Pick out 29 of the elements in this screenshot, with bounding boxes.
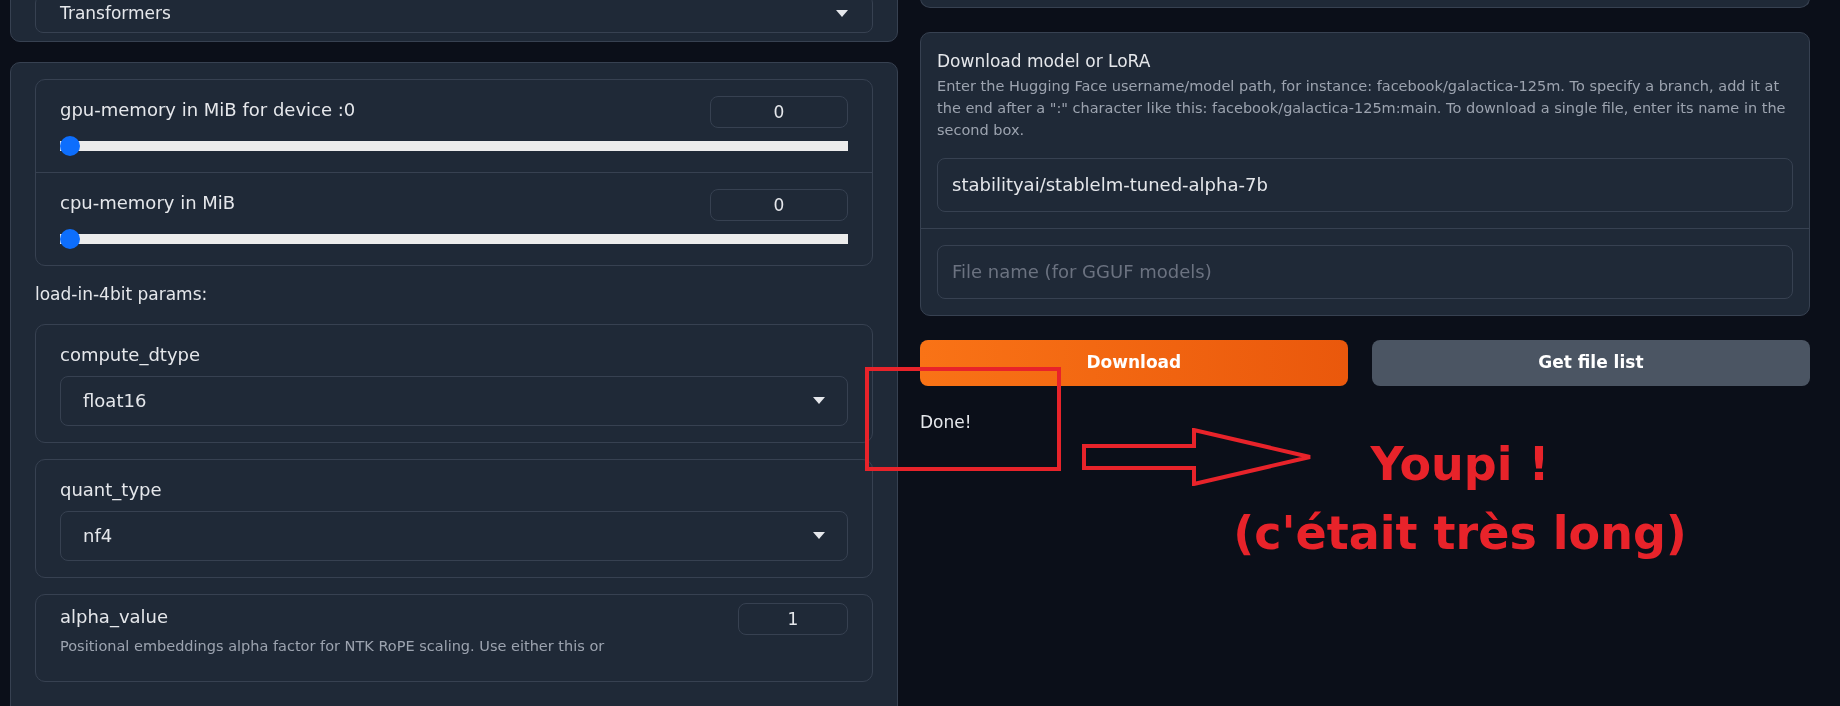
alpha-label: alpha_value	[60, 604, 169, 630]
annotation-text: (c'était très long)	[1232, 505, 1688, 562]
dropdown-value: float16	[83, 389, 147, 413]
download-title: Download model or LoRA	[937, 50, 1152, 73]
caret-icon	[813, 532, 825, 539]
download-description: Enter the Hugging Face username/model path, for instance: facebook/galactica-125m. To specify a branch, add it at the end after a ":" character like this: facebook/galactica-125m:main. To download a single file, enter its name in the second box.	[937, 76, 1787, 141]
dropdown-label: compute_dtype	[60, 342, 202, 368]
memory-value-field[interactable]: 0	[710, 96, 848, 128]
loader-dropdown[interactable]: Transformers	[35, 0, 873, 33]
dropdown-field[interactable]: nf4	[60, 510, 848, 561]
caret-icon	[813, 397, 825, 404]
status-text: Done!	[920, 410, 972, 434]
dropdown-field[interactable]: float16	[60, 375, 848, 426]
alpha-value-field[interactable]: 1	[738, 602, 848, 635]
dropdown-label: quant_type	[60, 477, 163, 503]
section-label: load-in-4bit params:	[35, 283, 209, 306]
caret-icon	[836, 10, 848, 18]
slider-thumb[interactable]	[60, 229, 80, 249]
model-path-field[interactable]: stabilityai/stablelm-tuned-alpha-7b	[937, 157, 1793, 212]
file-list-button[interactable]: Get file list	[1371, 339, 1810, 386]
memory-label: cpu-memory in MiB	[60, 191, 236, 215]
memory-value-field[interactable]: 0	[710, 189, 848, 221]
annotation-text: Youpi !	[1369, 436, 1551, 493]
memory-label: gpu-memory in MiB for device :0	[60, 98, 356, 122]
slider-thumb[interactable]	[60, 136, 80, 156]
dropdown-value: nf4	[83, 524, 113, 548]
loader-value: Transformers	[60, 2, 171, 26]
alpha-description: Positional embeddings alpha factor for NTK RoPE scaling. Use either this or	[60, 636, 606, 656]
file-name-field[interactable]: File name (for GGUF models)	[937, 244, 1793, 299]
